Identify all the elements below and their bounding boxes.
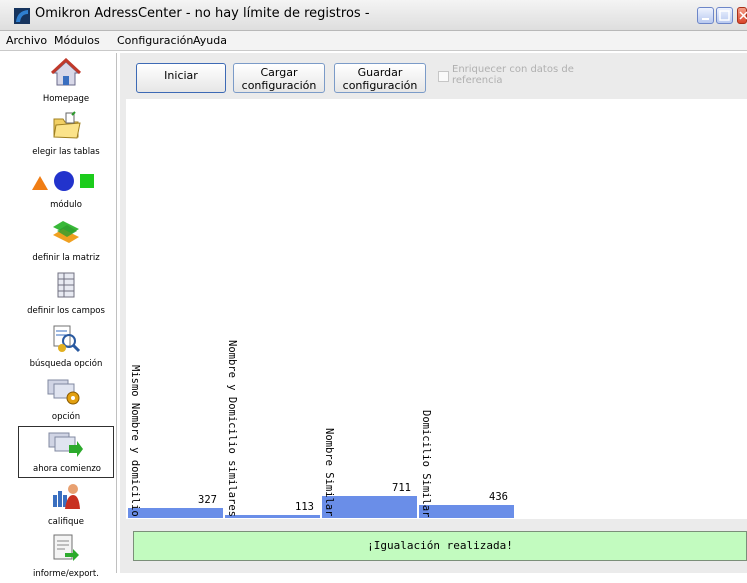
sidebar-item-informe-export[interactable]: informe/export. bbox=[18, 531, 114, 583]
menu-ayuda[interactable]: Ayuda bbox=[193, 34, 227, 47]
enrich-checkbox-label: Enriquecer con datos de referencia bbox=[452, 64, 652, 86]
report-export-icon bbox=[53, 534, 79, 561]
menu-bar: Archivo Módulos Configuración Ayuda bbox=[0, 31, 747, 51]
sidebar-label: definir la matriz bbox=[32, 253, 100, 263]
chart-value-label: 711 bbox=[392, 482, 411, 494]
app-logo-icon bbox=[14, 8, 30, 24]
chart-bar bbox=[128, 508, 223, 518]
window-title: Omikron AdressCenter - no hay límite de … bbox=[35, 6, 370, 21]
sidebar-item-definir-campos[interactable]: definir los campos bbox=[18, 268, 114, 320]
minimize-icon bbox=[702, 18, 709, 20]
chart-value-label: 113 bbox=[295, 501, 314, 513]
sidebar-item-homepage[interactable]: Homepage bbox=[18, 56, 114, 108]
chart-value-label: 436 bbox=[489, 491, 508, 503]
house-icon bbox=[51, 58, 81, 86]
start-button-label: Iniciar bbox=[164, 69, 198, 82]
start-button[interactable]: Iniciar bbox=[136, 63, 226, 93]
chart-category-label: Nombre Similar bbox=[323, 428, 335, 517]
toolbar: Iniciar Cargar configuración Guardar con… bbox=[120, 53, 747, 99]
sidebar-item-ahora-comienzo[interactable]: ahora comienzo bbox=[18, 426, 114, 478]
module-sidebar: Homepage elegir las tablas módulo defini… bbox=[16, 53, 117, 579]
menu-archivo[interactable]: Archivo bbox=[6, 34, 47, 47]
sidebar-label: elegir las tablas bbox=[32, 147, 100, 157]
enrich-checkbox[interactable] bbox=[438, 71, 449, 82]
chart-bar bbox=[225, 515, 320, 518]
sidebar-item-modulo[interactable]: módulo bbox=[18, 162, 114, 214]
save-config-button[interactable]: Guardar configuración bbox=[334, 63, 426, 93]
folder-icon bbox=[53, 111, 81, 139]
sidebar-label: definir los campos bbox=[27, 306, 105, 316]
enrich-label-line2: referencia bbox=[452, 75, 503, 86]
save-config-label-line1: Guardar bbox=[357, 66, 403, 79]
status-message: ¡Igualación realizada! bbox=[367, 539, 513, 552]
shapes-icon bbox=[32, 171, 94, 191]
matrix-icon bbox=[53, 221, 79, 243]
menu-modulos[interactable]: Módulos bbox=[54, 34, 100, 47]
sidebar-label: módulo bbox=[50, 200, 82, 210]
main-panel: Iniciar Cargar configuración Guardar con… bbox=[120, 53, 747, 573]
chart-category-label: Nombre y Domicilio similares bbox=[226, 339, 238, 517]
menu-configuracion[interactable]: Configuración bbox=[117, 34, 193, 47]
save-config-label-line2: configuración bbox=[342, 79, 418, 92]
title-bar: Omikron AdressCenter - no hay límite de … bbox=[0, 0, 747, 31]
load-config-label-line2: configuración bbox=[241, 79, 317, 92]
sidebar-label: opción bbox=[51, 412, 81, 422]
sidebar-label: califique bbox=[48, 517, 84, 527]
sidebar-item-elegir-tablas[interactable]: elegir las tablas bbox=[18, 109, 114, 161]
sidebar-label: informe/export. bbox=[33, 569, 99, 579]
close-button[interactable] bbox=[737, 7, 747, 24]
chart-category-label: Mismo Nombre y domicilio bbox=[129, 365, 141, 517]
sidebar-label: ahora comienzo bbox=[33, 464, 101, 474]
status-bar: ¡Igualación realizada! bbox=[133, 531, 747, 561]
close-icon bbox=[739, 11, 747, 20]
chart-category-label: Domicilio Similar bbox=[420, 409, 432, 517]
sidebar-item-definir-matriz[interactable]: definir la matriz bbox=[18, 215, 114, 267]
sidebar-item-busqueda-opcion[interactable]: búsqueda opción bbox=[18, 321, 114, 373]
sidebar-label: búsqueda opción bbox=[29, 359, 103, 369]
load-config-button[interactable]: Cargar configuración bbox=[233, 63, 325, 93]
sidebar-item-califique[interactable]: califique bbox=[18, 479, 114, 531]
minimize-button[interactable] bbox=[697, 7, 714, 24]
chart-bar bbox=[419, 505, 514, 518]
maximize-button[interactable] bbox=[716, 7, 733, 24]
option-gear-icon bbox=[47, 379, 80, 405]
start-now-icon bbox=[48, 432, 83, 457]
chart-bar bbox=[322, 496, 417, 518]
rate-person-icon bbox=[53, 484, 80, 509]
load-config-label-line1: Cargar bbox=[260, 66, 298, 79]
search-option-icon bbox=[53, 325, 81, 353]
chart-value-label: 327 bbox=[198, 494, 217, 506]
sidebar-item-opcion[interactable]: opción bbox=[18, 374, 114, 426]
sidebar-label: Homepage bbox=[42, 94, 90, 104]
enrich-label-line1: Enriquecer con datos de bbox=[452, 64, 574, 75]
fields-icon bbox=[57, 272, 75, 298]
match-results-chart: Mismo Nombre y domicilio 327 Nombre y Domi… bbox=[126, 99, 747, 519]
maximize-icon bbox=[719, 10, 730, 21]
